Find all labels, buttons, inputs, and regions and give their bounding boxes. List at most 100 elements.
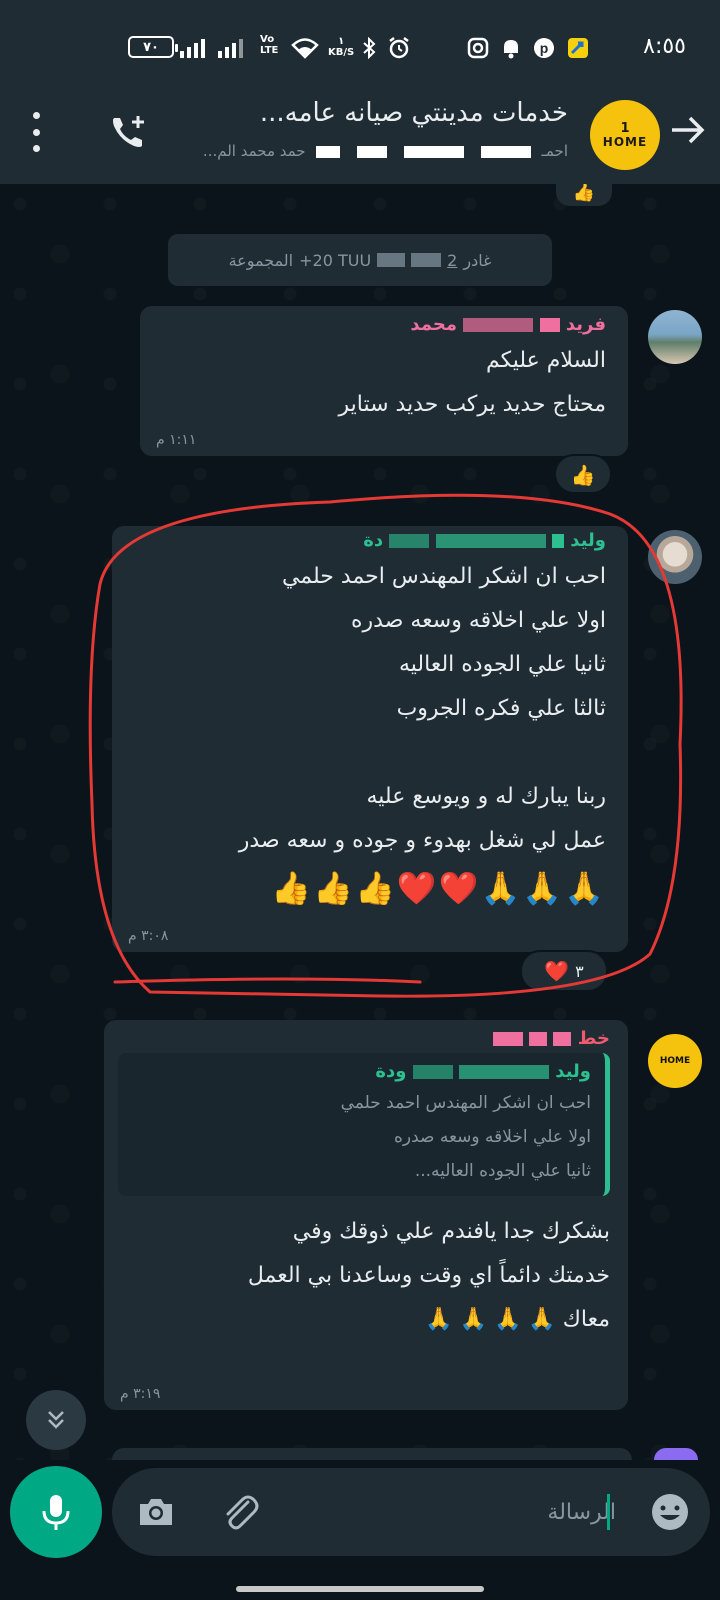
message-line: ربنا يبارك له و ويوسع عليه xyxy=(366,784,607,809)
reaction-badge[interactable]: 👍 xyxy=(554,454,612,494)
input-pill xyxy=(112,1468,710,1556)
alarm-icon xyxy=(386,36,412,60)
message-line: احب ان اشكر المهندس احمد حلمي xyxy=(281,564,606,589)
reaction-badge[interactable]: ❤️ ٣ xyxy=(520,950,608,992)
redaction xyxy=(539,318,560,332)
message-bubble[interactable]: فريد محمد السلام عليكم محتاج حديد يركب ح… xyxy=(140,306,628,456)
instagram-icon xyxy=(466,36,490,60)
sender-avatar[interactable] xyxy=(648,310,702,364)
message-line: عمل لي شغل بهدوء و جوده و سعه صدر xyxy=(238,828,606,853)
redaction xyxy=(552,534,565,548)
quoted-line: اولا علي اخلاقه وسعه صدره xyxy=(393,1127,591,1147)
redaction xyxy=(389,534,430,548)
avatar-number: 1 xyxy=(620,120,630,136)
pinterest-icon: p xyxy=(532,36,556,60)
sender-avatar[interactable] xyxy=(648,530,702,584)
quoted-sender-end: ودة xyxy=(375,1061,407,1082)
sender-name-end: دة xyxy=(363,530,384,551)
system-underlined: 2 xyxy=(447,250,458,270)
redaction xyxy=(480,145,531,158)
message-line: السلام عليكم xyxy=(485,348,606,373)
emoji-icon[interactable] xyxy=(648,1490,692,1534)
reaction-emoji: ❤️ xyxy=(544,959,570,983)
redaction xyxy=(463,318,534,332)
quoted-line: احب ان اشكر المهندس احمد حلمي xyxy=(340,1093,591,1113)
message-line xyxy=(132,731,606,775)
redaction xyxy=(403,145,464,158)
sender-name-start: خط xyxy=(577,1028,610,1049)
message-composer xyxy=(0,1460,720,1600)
clock: ٨:٥٥ xyxy=(643,34,686,59)
message-bubble[interactable]: وليد دة احب ان اشكر المهندس احمد حلمي او… xyxy=(112,526,628,952)
reaction-count: ٣ xyxy=(575,961,584,981)
avatar-text: HOME xyxy=(602,134,648,149)
attach-icon[interactable] xyxy=(218,1490,262,1534)
message-time: ٣:٠٨ م xyxy=(128,928,169,944)
redaction xyxy=(316,145,341,158)
bluetooth-icon xyxy=(360,36,378,60)
quoted-sender-start: وليد xyxy=(555,1061,591,1082)
message-bubble-partial[interactable] xyxy=(112,1448,632,1460)
message-line: ثالثا علي فكره الجروب xyxy=(396,696,606,721)
chat-members[interactable]: احمـ حمد محمد الم... xyxy=(203,142,568,160)
group-avatar[interactable]: 1 HOME xyxy=(590,100,660,170)
sender-name-start: وليد xyxy=(570,530,606,551)
camera-icon[interactable] xyxy=(136,1492,176,1532)
network-speed: ١ KB/S xyxy=(328,36,354,58)
chat-area[interactable]: 👍 غادر 2 +20 TUU المجموعة فريد محمد السل… xyxy=(0,184,720,1460)
signal-strength-icon xyxy=(180,38,205,58)
sender-name[interactable]: فريد محمد xyxy=(160,314,606,335)
quoted-line: ثانيا علي الجوده العاليه... xyxy=(414,1161,591,1181)
sender-name-end: محمد xyxy=(410,314,458,335)
back-arrow-icon[interactable] xyxy=(666,108,710,152)
redaction xyxy=(492,1032,523,1046)
message-line: ثانيا علي الجوده العاليه xyxy=(399,652,606,677)
text-cursor xyxy=(607,1494,610,1530)
sender-name-start: فريد xyxy=(565,314,606,335)
wifi-icon xyxy=(290,36,320,60)
redaction xyxy=(529,1032,548,1046)
redaction xyxy=(377,253,406,267)
more-options-icon[interactable] xyxy=(30,112,42,152)
mic-icon[interactable] xyxy=(10,1466,102,1558)
volte-indicator: Vo LTE xyxy=(260,34,279,56)
members-end: حمد محمد الم... xyxy=(202,142,306,160)
sender-name[interactable]: وليد دة xyxy=(132,530,606,551)
avatar-text: HOME xyxy=(659,1056,691,1066)
sender-avatar-partial[interactable] xyxy=(654,1448,698,1460)
message-time: ٣:١٩ م xyxy=(120,1386,161,1402)
redaction xyxy=(459,1065,550,1079)
system-prefix: غادر xyxy=(463,250,492,270)
message-input[interactable] xyxy=(316,1490,616,1534)
message-line: اولا علي اخلاقه وسعه صدره xyxy=(351,608,606,633)
message-time: ١:١١ م xyxy=(156,432,197,448)
message-line: معاك 🙏 🙏 🙏 🙏 xyxy=(425,1307,610,1332)
message-line: محتاج حديد يركب حديد ستاير xyxy=(338,392,606,417)
chat-title[interactable]: خدمات مدينتي صيانه عامه... xyxy=(260,98,568,128)
gesture-nav-bar[interactable] xyxy=(236,1586,484,1592)
add-call-icon[interactable] xyxy=(106,110,150,154)
redaction xyxy=(357,145,388,158)
emoji-line: 🙏🙏🙏❤️❤️👍👍👍 xyxy=(271,869,606,907)
battery-indicator: ٧٠ xyxy=(128,36,178,58)
network-speed-unit: KB/S xyxy=(328,47,355,58)
status-bar: ٧٠ Vo LTE ١ KB/S p ٨:٥٥ xyxy=(0,0,720,92)
system-suffix: المجموعة xyxy=(228,250,294,270)
message-bubble[interactable]: خط وليد ودة احب ان اشكر المهندس احمد حلم… xyxy=(104,1020,628,1410)
reaction-badge[interactable]: 👍 xyxy=(556,184,612,206)
signal-strength-2-icon xyxy=(218,38,243,58)
chat-header: خدمات مدينتي صيانه عامه... احمـ حمد محمد… xyxy=(0,92,720,184)
quoted-message[interactable]: وليد ودة احب ان اشكر المهندس احمد حلمي ا… xyxy=(118,1053,610,1196)
members-start: احمـ xyxy=(541,142,568,160)
quoted-sender: وليد ودة xyxy=(126,1061,591,1082)
svg-text:p: p xyxy=(540,40,549,56)
sender-avatar[interactable]: HOME xyxy=(648,1034,702,1088)
app-notification-icon xyxy=(566,36,590,60)
network-speed-value: ١ xyxy=(338,36,345,47)
scroll-down-icon[interactable] xyxy=(26,1390,86,1450)
system-message: غادر 2 +20 TUU المجموعة xyxy=(168,234,552,286)
redaction xyxy=(412,1065,453,1079)
redaction xyxy=(553,1032,572,1046)
sender-name[interactable]: خط xyxy=(118,1028,610,1049)
redaction xyxy=(435,534,546,548)
